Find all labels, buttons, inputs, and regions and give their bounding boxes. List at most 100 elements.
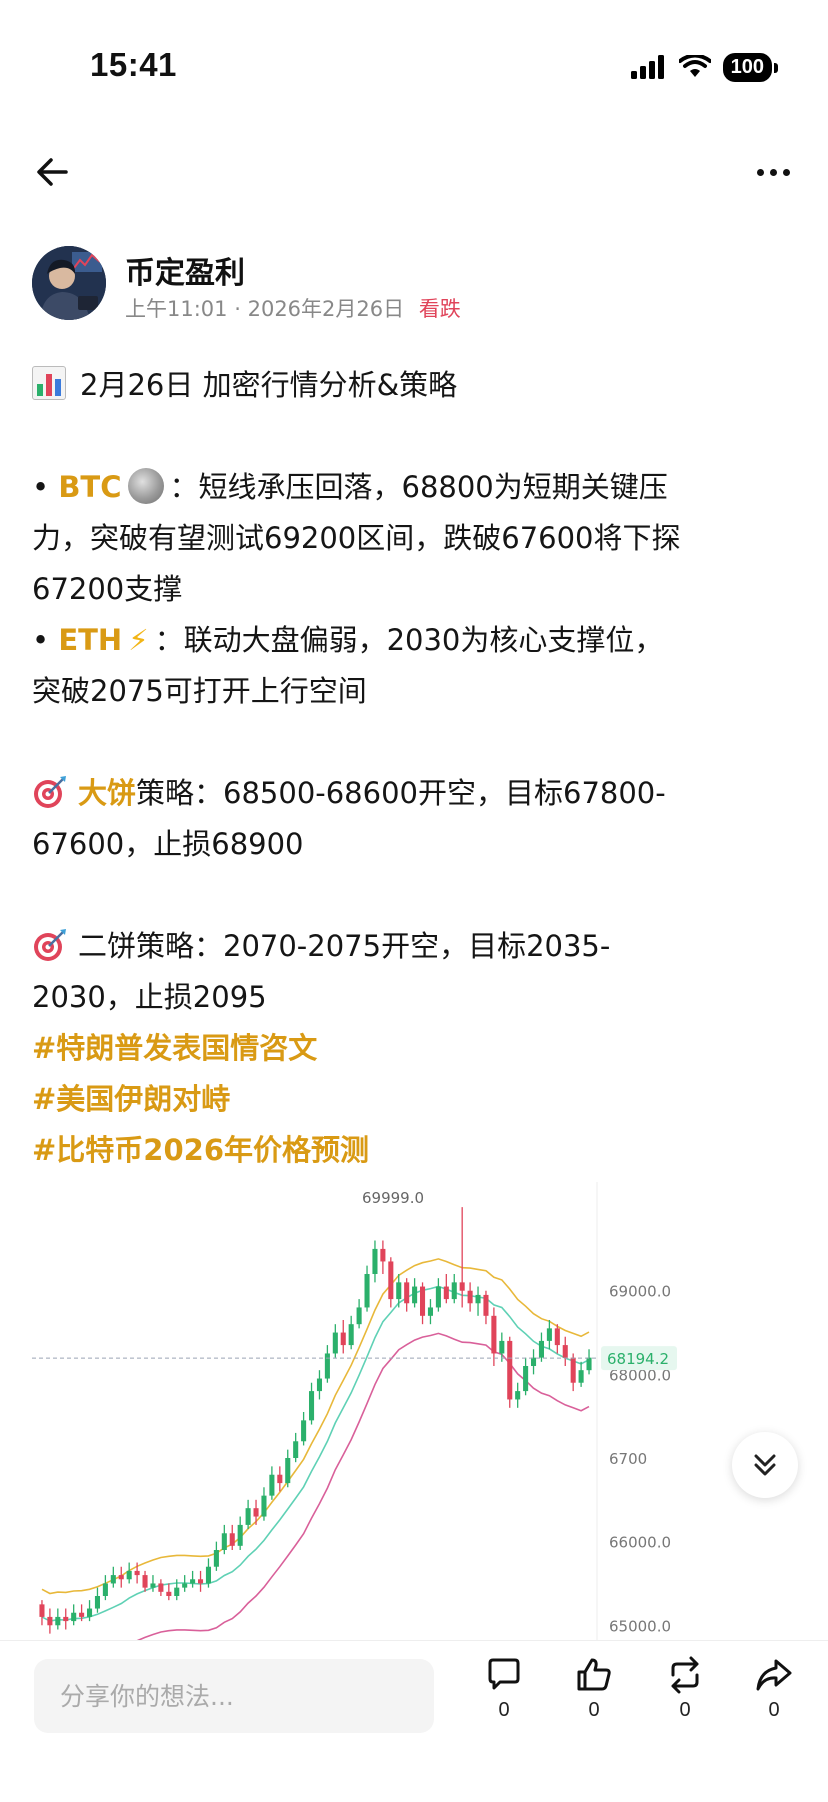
candle-body	[396, 1282, 402, 1300]
candle-body	[39, 1604, 45, 1617]
candle-body	[158, 1583, 164, 1592]
target-icon	[34, 776, 66, 808]
bar-chart-icon	[32, 366, 66, 400]
candle-body	[229, 1533, 235, 1546]
candle-body	[86, 1608, 93, 1617]
eth-text-line1: ：联动大盘偏弱，2030为核心支撑位，	[154, 623, 664, 657]
candle-body	[412, 1286, 418, 1304]
candle-body	[102, 1583, 108, 1596]
repost-button[interactable]: 0	[650, 1655, 720, 1745]
candle-body	[380, 1248, 386, 1262]
btc-strategy: 大饼策略：68500-68600开空，目标67800- 67600，止损6890…	[32, 768, 802, 870]
candle-body	[451, 1282, 457, 1300]
btc-text-line3: 67200支撑	[32, 572, 183, 606]
candle-body	[570, 1357, 576, 1383]
candle-body	[388, 1261, 394, 1300]
comment-input[interactable]	[34, 1659, 434, 1733]
candle-body	[530, 1357, 537, 1366]
wifi-icon	[678, 55, 711, 77]
share-button[interactable]: 0	[739, 1655, 809, 1745]
eth-analysis: • ETH ⚡ ：联动大盘偏弱，2030为核心支撑位， 突破2075可打开上行空间	[32, 615, 802, 717]
candle-body	[475, 1294, 481, 1304]
candle-body	[356, 1307, 362, 1325]
high-price-label: 69999.0	[362, 1189, 424, 1207]
candle-body	[308, 1391, 315, 1421]
candle-body	[126, 1570, 132, 1580]
candle-body	[467, 1290, 473, 1304]
btc-text-line1: ：短线承压回落，68800为短期关键压	[169, 470, 668, 504]
target-icon	[34, 929, 66, 961]
post-time: 上午11:01	[125, 297, 228, 321]
chart-background	[32, 1182, 792, 1642]
like-icon	[577, 1658, 611, 1691]
candle-body	[293, 1441, 299, 1458]
y-tick-label: 69000.0	[609, 1283, 671, 1301]
eth-text-line2: 突破2075可打开上行空间	[32, 674, 367, 708]
eth-label: ETH	[58, 623, 123, 657]
author-row: 币定盈利 上午11:01 · 2026年2月26日 看跌	[32, 246, 792, 326]
repost-icon	[671, 1656, 699, 1694]
candle-body	[285, 1458, 291, 1484]
candle-body	[538, 1340, 545, 1358]
more-dot-icon	[782, 168, 790, 176]
candle-body	[166, 1591, 172, 1596]
more-dot-icon	[769, 168, 777, 176]
more-dot-icon	[756, 168, 764, 176]
y-tick-label: 6700	[609, 1450, 647, 1468]
hashtag[interactable]: #特朗普发表国情咨文	[32, 1023, 802, 1074]
author-name[interactable]: 币定盈利	[125, 248, 245, 292]
hashtag[interactable]: #美国伊朗对峙	[32, 1074, 802, 1125]
candle-body	[419, 1286, 426, 1316]
candle-body	[142, 1575, 148, 1588]
btc-label: BTC	[58, 470, 122, 504]
signal-icon	[630, 55, 664, 79]
candle-body	[118, 1575, 124, 1580]
scroll-down-button[interactable]	[732, 1432, 798, 1498]
bullet: •	[32, 470, 50, 504]
candle-body	[197, 1579, 204, 1584]
candle-body	[507, 1340, 513, 1400]
candle-body	[316, 1378, 323, 1392]
post-meta: 上午11:01 · 2026年2月26日 看跌	[125, 293, 461, 323]
candle-body	[562, 1345, 568, 1358]
candle-body	[546, 1328, 552, 1341]
btc-analysis: • BTC ：短线承压回落，68800为短期关键压 力，突破有望测试69200区间…	[32, 462, 802, 615]
sentiment-badge: 看跌	[418, 297, 461, 321]
share-count: 0	[768, 1699, 780, 1721]
candle-body	[443, 1286, 449, 1300]
candle-body	[150, 1583, 156, 1588]
candle-body	[340, 1332, 346, 1346]
candle-body	[483, 1294, 489, 1316]
nav-bar	[0, 140, 828, 204]
share-icon	[756, 1659, 792, 1691]
status-bar: 15:41 100	[0, 0, 828, 120]
comment-button[interactable]: 0	[469, 1655, 539, 1745]
bottom-action-bar: 0 0 0 0	[0, 1640, 828, 1802]
like-count: 0	[588, 1699, 600, 1721]
avatar[interactable]	[32, 246, 106, 320]
back-arrow-icon	[37, 158, 68, 186]
y-tick-label: 66000.0	[609, 1534, 671, 1552]
candle-body	[523, 1366, 529, 1392]
meta-separator: ·	[234, 297, 241, 321]
candle-body	[491, 1315, 497, 1354]
btc-strategy-line1: 策略：68500-68600开空，目标67800-	[136, 776, 666, 810]
candle-body	[332, 1332, 338, 1354]
current-price-label: 68194.2	[607, 1350, 669, 1368]
candle-body	[277, 1474, 283, 1484]
candlestick-chart: 69000.068000.0670066000.065000.068194.26…	[32, 1182, 792, 1642]
like-button[interactable]: 0	[559, 1655, 629, 1745]
candle-body	[269, 1474, 275, 1496]
more-options-button[interactable]	[748, 150, 798, 194]
bullet: •	[32, 623, 50, 657]
eth-strategy-line1: 二饼策略：2070-2075开空，目标2035-	[78, 929, 611, 963]
lightning-icon: ⚡	[128, 623, 149, 657]
hashtag[interactable]: #比特币2026年价格预测	[32, 1125, 802, 1176]
back-button[interactable]	[32, 150, 76, 194]
moon-icon	[127, 468, 164, 504]
candle-body	[404, 1282, 410, 1304]
candle-body	[253, 1508, 259, 1517]
chart-image[interactable]: 69000.0 68000.0 6700 66000.0 65000.0 68194.2 6…	[32, 1182, 792, 1642]
candle-body	[174, 1587, 180, 1596]
candle-body	[586, 1357, 592, 1371]
